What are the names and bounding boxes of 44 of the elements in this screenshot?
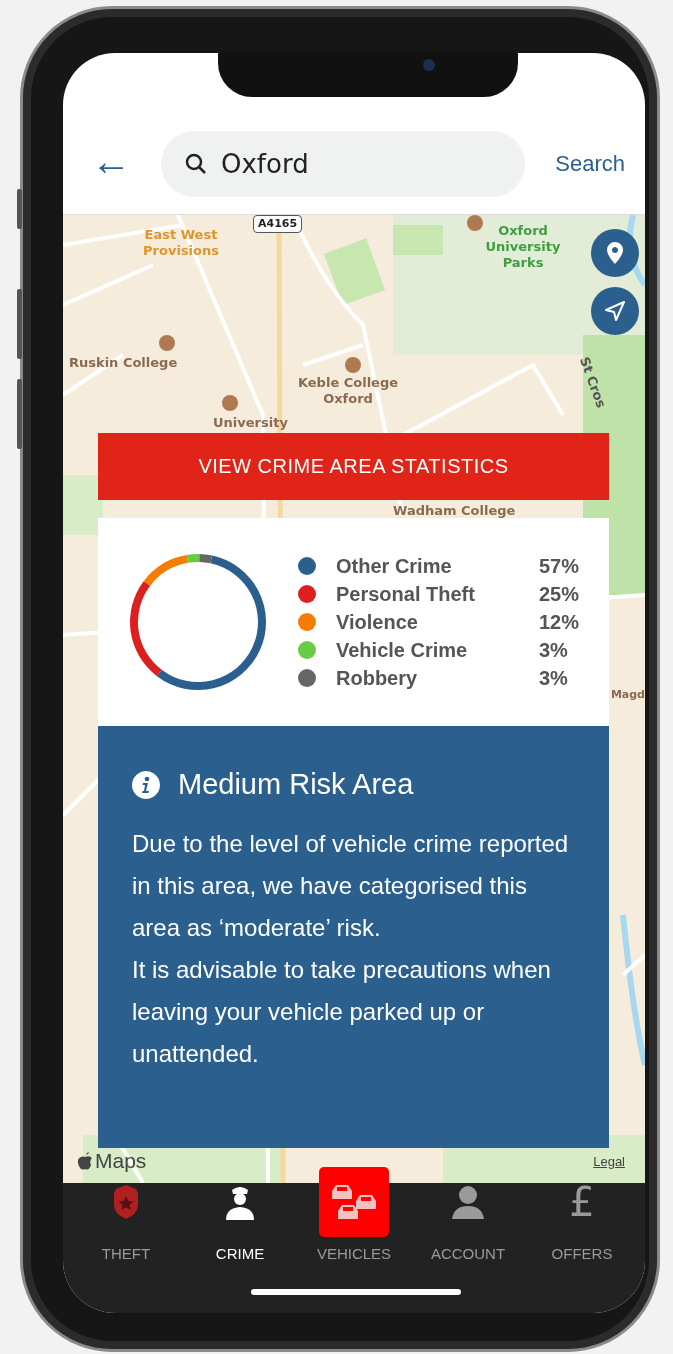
map-label: Oxford University Parks — [484, 223, 562, 271]
park-area — [63, 475, 103, 535]
map-label: Magd — [610, 687, 645, 703]
map-label: Keble College Oxford — [296, 375, 400, 407]
legal-link[interactable]: Legal — [593, 1154, 625, 1169]
person-icon — [451, 1185, 485, 1219]
map-pin-icon — [467, 215, 483, 231]
nav-tab[interactable]: ACCOUNT — [411, 1167, 525, 1313]
legend-label: Personal Theft — [336, 582, 476, 606]
map-pin-icon — [222, 395, 238, 411]
legend-percent: 25% — [538, 582, 579, 606]
legend-label: Violence — [336, 610, 419, 634]
navigation-arrow-icon — [605, 301, 625, 321]
logo-icon — [77, 1151, 93, 1171]
legend-label: Other Crime — [336, 554, 453, 578]
badge-icon — [112, 1185, 140, 1219]
map-label: A4165 — [253, 215, 303, 233]
risk-title: Medium Risk Area — [178, 768, 414, 801]
back-button[interactable]: ← — [91, 141, 131, 181]
map-label: Ruskin College — [69, 355, 178, 371]
risk-description: It is advisable to take precautions when leaving your vehicle parked up or unattended. — [132, 955, 552, 1069]
legend-percent: 57% — [538, 554, 579, 578]
search-field[interactable]: Oxford — [161, 131, 526, 197]
map-label: University — [213, 415, 288, 431]
location-pin-icon — [607, 242, 623, 264]
view-statistics-button[interactable]: VIEW CRIME AREA STATISTICS — [98, 433, 609, 500]
search-icon — [185, 153, 207, 175]
maps-attribution: Maps — [95, 1149, 147, 1173]
legend-label: Vehicle Crime — [336, 638, 469, 662]
legend-label: Robbery — [336, 666, 419, 690]
info-icon — [132, 770, 160, 799]
legend-percent: 3% — [538, 638, 569, 662]
map-label: East West Provisions — [142, 227, 220, 259]
nav-tab[interactable]: CRIME — [183, 1167, 297, 1313]
map-pin-icon — [159, 335, 175, 351]
map-pin-icon — [345, 357, 361, 373]
map-label: St Cros — [575, 355, 610, 411]
search-link[interactable]: Search — [555, 151, 625, 177]
officer-icon — [223, 1184, 257, 1220]
map-label: Wadham College — [393, 503, 516, 519]
pound-icon: £ — [569, 1182, 595, 1222]
risk-description: Due to the level of vehicle crime reported in this area, we have categorised this area as ‘moderate’ risk. — [132, 829, 570, 943]
legend-percent: 3% — [538, 666, 569, 690]
legend-percent: 12% — [538, 610, 579, 634]
